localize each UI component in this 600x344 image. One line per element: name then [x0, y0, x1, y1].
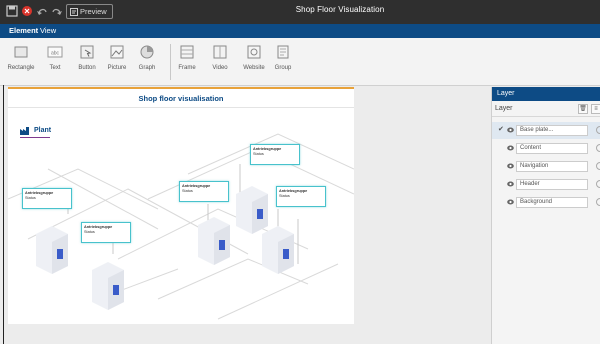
- graph-icon: [140, 45, 154, 59]
- rectangle-icon: [14, 46, 28, 58]
- machine-cube: [198, 217, 230, 265]
- rectangle-label: Rectangle: [7, 65, 35, 71]
- preview-icon: [70, 7, 78, 16]
- window-title: Shop Floor Visualization: [295, 5, 385, 14]
- lock-icon[interactable]: [596, 126, 600, 134]
- layer-toolbar: Layer 🗑 ≡: [492, 101, 600, 117]
- device-label[interactable]: Antriebsgruppe Status: [179, 181, 229, 202]
- menu-element[interactable]: Element: [9, 26, 38, 35]
- device-status: Status: [25, 196, 36, 200]
- layer-name[interactable]: Header: [516, 179, 588, 190]
- rectangle-button[interactable]: Rectangle: [2, 44, 40, 82]
- lock-icon[interactable]: [596, 180, 600, 188]
- layer-row[interactable]: Navigation: [492, 158, 600, 175]
- graph-label: Graph: [138, 65, 156, 71]
- group-button[interactable]: Group: [264, 44, 302, 82]
- check-icon: ✔: [498, 126, 504, 133]
- machine-cube: [92, 262, 124, 310]
- lock-icon[interactable]: [596, 162, 600, 170]
- video-icon: [213, 45, 227, 59]
- preview-label: Preview: [80, 7, 107, 16]
- website-icon: [247, 45, 261, 59]
- device-status: Status: [279, 194, 290, 198]
- save-icon[interactable]: [6, 5, 18, 17]
- svg-text:abc: abc: [51, 51, 60, 57]
- layer-name[interactable]: Navigation: [516, 161, 588, 172]
- device-status: Status: [84, 230, 95, 234]
- eye-icon[interactable]: [507, 145, 514, 151]
- group-icon: [277, 45, 289, 59]
- eye-icon[interactable]: [507, 127, 514, 133]
- ribbon-toolbar: Rectangle abc Text Button Picture Graph …: [0, 38, 600, 86]
- layer-name[interactable]: Content: [516, 143, 588, 154]
- title-bar: Preview Shop Floor Visualization: [0, 0, 600, 24]
- eye-icon[interactable]: [507, 199, 514, 205]
- layer-panel-header: Layer: [492, 87, 600, 101]
- layer-sub-label: Layer: [495, 105, 513, 112]
- picture-icon: [110, 45, 124, 59]
- eye-icon[interactable]: [507, 181, 514, 187]
- device-status: Status: [253, 152, 264, 156]
- delete-layer-icon[interactable]: 🗑: [578, 104, 588, 114]
- preview-button[interactable]: Preview: [66, 4, 113, 19]
- text-icon: abc: [47, 46, 63, 58]
- lock-icon[interactable]: [596, 198, 600, 206]
- layer-row[interactable]: Content: [492, 140, 600, 157]
- layer-row[interactable]: Background: [492, 194, 600, 211]
- video-label: Video: [212, 65, 228, 71]
- video-button[interactable]: Video: [201, 44, 239, 82]
- close-icon[interactable]: [21, 5, 33, 17]
- layer-row[interactable]: Header: [492, 176, 600, 193]
- layer-menu-icon[interactable]: ≡: [591, 104, 600, 114]
- device-status: Status: [182, 189, 193, 193]
- machine-cube: [36, 226, 68, 274]
- undo-icon[interactable]: [36, 5, 48, 17]
- redo-icon[interactable]: [51, 5, 63, 17]
- device-label[interactable]: Antriebsgruppe Status: [250, 144, 300, 165]
- layer-name[interactable]: Base plate...: [516, 125, 588, 136]
- lock-icon[interactable]: [596, 144, 600, 152]
- layer-panel: Layer Layer 🗑 ≡ ✔ Base plate... Content …: [491, 87, 600, 344]
- device-label[interactable]: Antriebsgruppe Status: [22, 188, 72, 209]
- graph-button[interactable]: Graph: [128, 44, 166, 82]
- layer-row[interactable]: ✔ Base plate...: [492, 122, 600, 139]
- machine-cube: [236, 186, 268, 234]
- design-canvas[interactable]: Shop floor visualisation Plant Antriebsg…: [8, 87, 354, 324]
- left-edge: [3, 85, 4, 344]
- button-icon: [80, 45, 94, 59]
- device-label[interactable]: Antriebsgruppe Status: [276, 186, 326, 207]
- layer-name[interactable]: Background: [516, 197, 588, 208]
- group-label: Group: [274, 65, 292, 71]
- menu-view[interactable]: View: [40, 26, 56, 35]
- eye-icon[interactable]: [507, 163, 514, 169]
- frame-icon: [180, 45, 194, 59]
- machine-cube: [262, 226, 294, 274]
- device-label[interactable]: Antriebsgruppe Status: [81, 222, 131, 243]
- menu-bar: Element View: [0, 24, 600, 38]
